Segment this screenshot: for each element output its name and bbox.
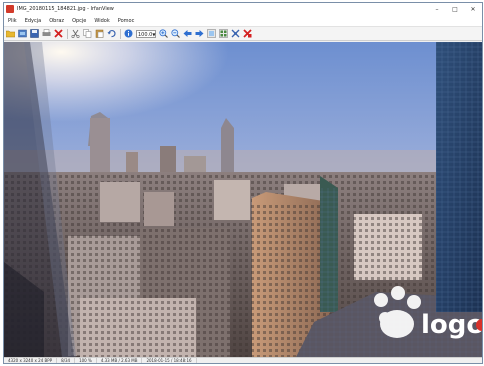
city-photo: logo [4, 42, 482, 357]
previous-icon[interactable] [183, 29, 192, 38]
toolbar-separator [120, 28, 121, 39]
close-button[interactable]: ✕ [464, 3, 482, 15]
print-icon[interactable] [42, 29, 51, 38]
status-date: 2018-01-15 / 18:48:16 [142, 358, 197, 363]
menu-bar: Plik Edycja Obraz Opcje Widok Pomoc [4, 15, 482, 27]
copy-icon[interactable] [83, 29, 92, 38]
undo-icon[interactable] [107, 29, 116, 38]
menu-help[interactable]: Pomoc [114, 18, 139, 24]
irfanview-app-icon [6, 5, 14, 13]
title-bar[interactable]: IMG_20180115_184821.jpg - IrfanView – □ … [4, 3, 482, 15]
status-index: 8/34 [57, 358, 76, 363]
cut-icon[interactable] [71, 29, 80, 38]
window-title: IMG_20180115_184821.jpg - IrfanView [17, 6, 114, 12]
chevron-down-icon: ▼ [152, 31, 156, 37]
settings-icon[interactable] [231, 29, 240, 38]
fit-icon[interactable] [207, 29, 216, 38]
status-size: 4.33 MB / 2.63 MB [97, 358, 143, 363]
menu-options[interactable]: Opcje [68, 18, 90, 24]
zoom-in-icon[interactable] [159, 29, 168, 38]
menu-view[interactable]: Widok [90, 18, 113, 24]
status-dimensions: 4320 x 3240 x 24 BPP [4, 358, 58, 363]
zoom-value: 100.0 [138, 31, 153, 38]
toolbar-separator [67, 28, 68, 39]
menu-file[interactable]: Plik [4, 18, 21, 24]
save-icon[interactable] [30, 29, 39, 38]
slideshow-icon[interactable] [18, 29, 27, 38]
zoom-combobox[interactable]: 100.0 ▼ [136, 29, 156, 38]
exit-icon[interactable] [243, 29, 252, 38]
minimize-button[interactable]: – [428, 3, 446, 15]
toolbar: 100.0 ▼ [4, 27, 482, 41]
thumbnails-icon[interactable] [219, 29, 228, 38]
status-zoom: 100 % [75, 358, 97, 363]
menu-edit[interactable]: Edycja [21, 18, 46, 24]
menu-image[interactable]: Obraz [45, 18, 68, 24]
delete-icon[interactable] [54, 29, 63, 38]
zoom-out-icon[interactable] [171, 29, 180, 38]
status-bar: 4320 x 3240 x 24 BPP 8/34 100 % 4.33 MB … [4, 357, 482, 363]
next-icon[interactable] [195, 29, 204, 38]
window-controls: – □ ✕ [428, 3, 482, 15]
open-folder-icon[interactable] [6, 29, 15, 38]
irfanview-window: IMG_20180115_184821.jpg - IrfanView – □ … [3, 2, 483, 364]
watermark-logo-text: logo [421, 310, 482, 340]
image-canvas[interactable]: logo [4, 42, 482, 357]
info-icon[interactable] [124, 29, 133, 38]
paste-icon[interactable] [95, 29, 104, 38]
maximize-button[interactable]: □ [446, 3, 464, 15]
